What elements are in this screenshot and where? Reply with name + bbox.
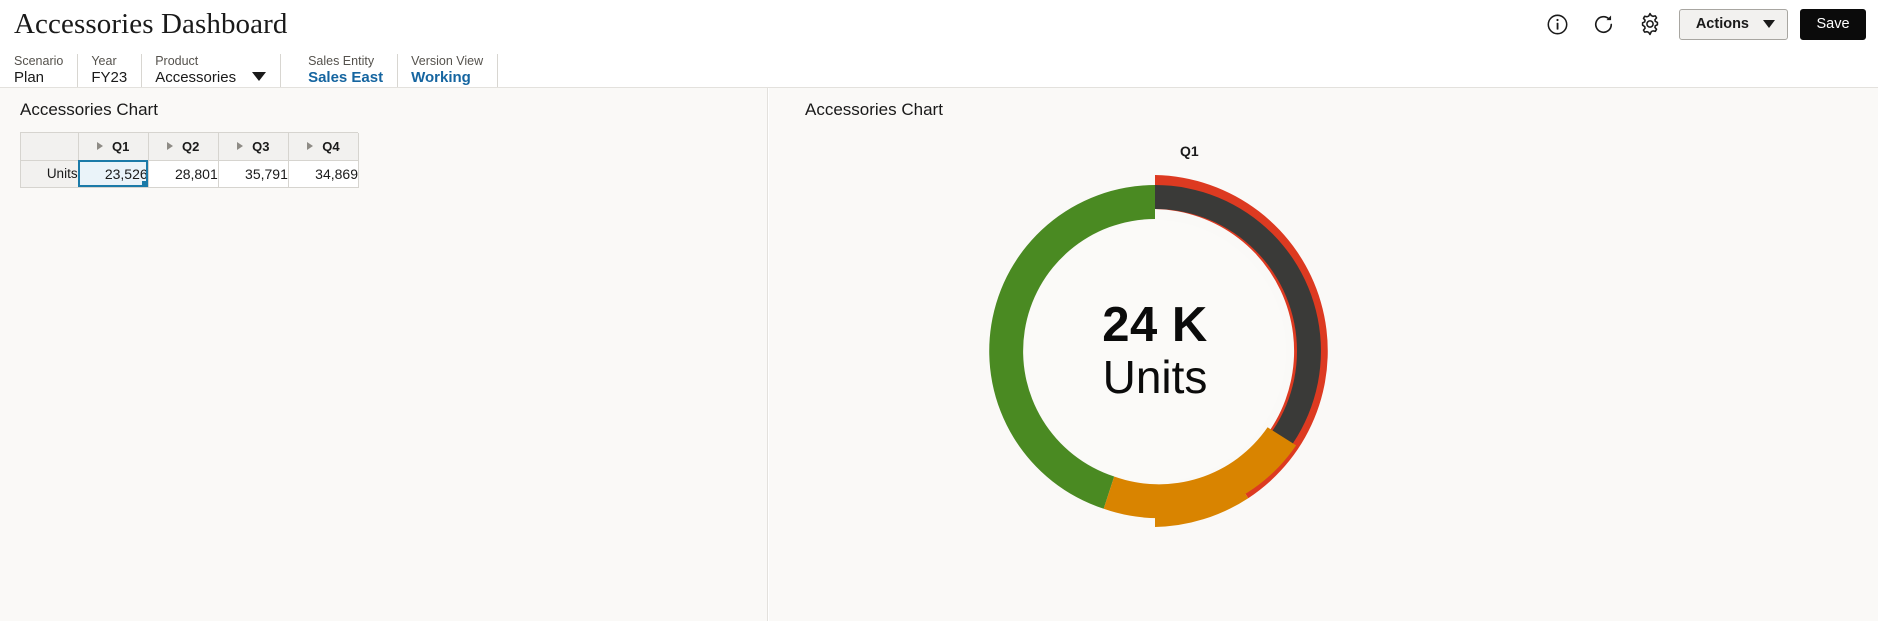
dashboard-content: Accessories Chart Q1 Q2 Q3 Q4 Units 23,5… [0,88,1878,621]
donut-svg [989,175,1328,527]
grid-panel-title: Accessories Chart [20,100,158,119]
pov-item-year[interactable]: Year FY23 [91,54,143,87]
pov-value-product: Accessories [155,69,237,86]
donut-chart[interactable]: Q1 24 K Units [769,124,1878,621]
toolbar: Actions Save [1535,6,1870,42]
pov-value-version-view[interactable]: Working [411,69,483,86]
pov-label-version-view: Version View [411,54,484,68]
pov-item-scenario[interactable]: Scenario Plan [14,54,79,87]
donut-hole [1024,220,1286,482]
dashboard-root: Accessories Dashboard Actions Save Scena… [0,0,1878,621]
grid-panel: Accessories Chart Q1 Q2 Q3 Q4 Units 23,5… [0,88,768,621]
pov-bar: Scenario Plan Year FY23 Product Accessor… [0,54,1878,88]
donut-axis-label: Q1 [1180,143,1199,159]
gear-icon[interactable] [1627,6,1673,42]
grid-col-q4-label: Q4 [322,138,340,154]
pov-item-version-view[interactable]: Version View Working [411,54,499,87]
grid-cell-units-q4[interactable]: 34,869 [288,160,360,188]
pov-value-product-wrap: Accessories [155,69,267,86]
donut-panel-title: Accessories Chart [805,100,943,119]
pov-spacer [294,54,308,87]
grid-cell-units-q3[interactable]: 35,791 [218,160,289,188]
expand-triangle-icon[interactable] [167,142,174,151]
grid-row-header-units[interactable]: Units [21,160,79,188]
donut-panel: Accessories Chart Q1 24 K Units [769,88,1878,621]
page-title: Accessories Dashboard [14,8,288,40]
pov-label-year: Year [91,54,117,68]
actions-button-label: Actions [1695,15,1749,32]
chevron-down-icon [1763,20,1775,28]
pov-label-scenario: Scenario [14,54,64,68]
table-row: Units 23,526 28,801 35,791 34,869 [21,160,360,188]
grid-col-q1-label: Q1 [111,138,130,154]
pov-item-sales-entity[interactable]: Sales Entity Sales East [308,54,399,87]
grid-col-q1[interactable]: Q1 [78,133,149,161]
pov-value-year: FY23 [91,69,128,86]
expand-triangle-icon[interactable] [307,142,314,151]
expand-triangle-icon[interactable] [237,142,244,151]
refresh-icon[interactable] [1581,6,1627,42]
chevron-down-icon[interactable] [252,72,267,81]
info-icon[interactable] [1535,6,1581,42]
grid-col-q4[interactable]: Q4 [288,133,360,161]
expand-triangle-icon[interactable] [96,142,103,151]
pov-value-sales-entity[interactable]: Sales East [308,69,383,86]
actions-button[interactable]: Actions [1678,8,1788,40]
data-grid[interactable]: Q1 Q2 Q3 Q4 Units 23,526 28,801 35,791 3… [20,132,360,188]
grid-col-q3-label: Q3 [252,138,270,154]
grid-cell-units-q1[interactable]: 23,526 [78,160,149,188]
pov-value-scenario: Plan [14,69,45,86]
grid-header-row: Q1 Q2 Q3 Q4 [21,133,360,161]
grid-corner-cell [21,133,79,161]
grid-col-q2-label: Q2 [182,138,200,154]
pov-item-product[interactable]: Product Accessories [155,54,282,87]
save-button[interactable]: Save [1800,8,1866,40]
grid-cell-units-q2[interactable]: 28,801 [148,160,219,188]
pov-label-sales-entity: Sales Entity [308,54,375,68]
pov-label-product: Product [155,54,199,68]
grid-col-q2[interactable]: Q2 [148,133,219,161]
top-bar: Accessories Dashboard Actions Save [0,0,1878,54]
grid-col-q3[interactable]: Q3 [218,133,289,161]
